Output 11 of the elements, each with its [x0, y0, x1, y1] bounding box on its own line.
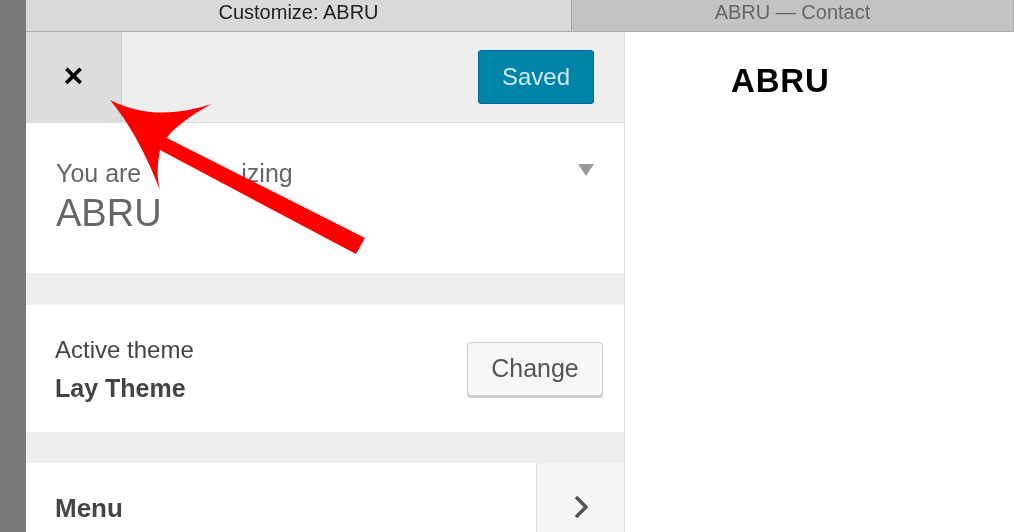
- active-theme-caption: Active theme: [55, 334, 194, 365]
- site-title: ABRU: [56, 191, 163, 236]
- change-button[interactable]: Change: [467, 341, 603, 396]
- browser-tab[interactable]: Customize: ABRU: [26, 0, 572, 31]
- preview-site-title: ABRU: [731, 62, 830, 99]
- chevron-right-icon: [573, 495, 588, 519]
- theme-name: Lay Theme: [55, 372, 187, 403]
- menu-section[interactable]: Menu: [26, 463, 624, 532]
- close-button[interactable]: ×: [26, 32, 122, 122]
- customizing-caption: You are: [56, 158, 142, 189]
- dropdown-triangle-icon[interactable]: [578, 164, 594, 176]
